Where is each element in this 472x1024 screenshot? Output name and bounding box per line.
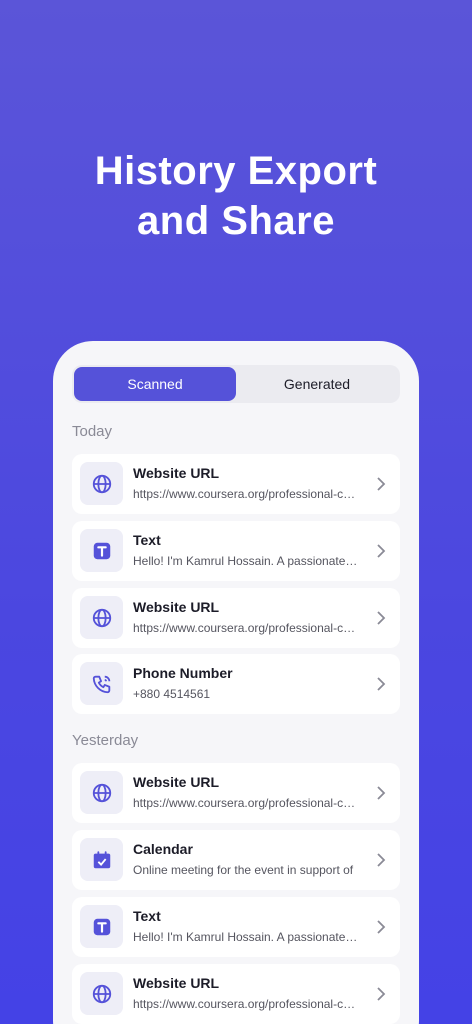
item-subtitle: Hello! I'm Kamrul Hossain. A passionate … — [133, 554, 359, 568]
history-item[interactable]: Website URL https://www.coursera.org/pro… — [72, 454, 400, 514]
chevron-right-icon — [377, 920, 386, 934]
history-item[interactable]: Website URL https://www.coursera.org/pro… — [72, 588, 400, 648]
history-item[interactable]: Calendar Online meeting for the event in… — [72, 830, 400, 890]
item-title: Calendar — [133, 841, 193, 857]
text-icon — [80, 905, 123, 948]
globe-icon — [80, 972, 123, 1015]
item-subtitle: https://www.coursera.org/professional-ce… — [133, 487, 359, 501]
phone-icon — [80, 662, 123, 705]
globe-icon — [80, 771, 123, 814]
item-title: Website URL — [133, 465, 220, 481]
item-subtitle: https://www.coursera.org/professional-ce… — [133, 796, 359, 810]
item-title: Text — [133, 908, 161, 924]
chevron-right-icon — [377, 853, 386, 867]
chevron-right-icon — [377, 611, 386, 625]
item-subtitle: https://www.coursera.org/professional-ce… — [133, 621, 359, 635]
item-subtitle: +880 4514561 — [133, 687, 211, 701]
globe-icon — [80, 596, 123, 639]
tab-generated[interactable]: Generated — [236, 367, 398, 401]
headline: History Export and Share — [0, 146, 472, 246]
text-icon — [80, 529, 123, 572]
item-subtitle: https://www.coursera.org/professional-ce… — [133, 997, 359, 1011]
chevron-right-icon — [377, 987, 386, 1001]
history-item[interactable]: Website URL https://www.coursera.org/pro… — [72, 964, 400, 1024]
item-title: Phone Number — [133, 665, 233, 681]
section-label-yesterday: Yesterday — [72, 732, 139, 749]
history-segmented-control: Scanned Generated — [72, 365, 400, 403]
calendar-icon — [80, 838, 123, 881]
globe-icon — [80, 462, 123, 505]
tab-scanned[interactable]: Scanned — [74, 367, 236, 401]
chevron-right-icon — [377, 786, 386, 800]
item-title: Website URL — [133, 975, 220, 991]
item-title: Website URL — [133, 774, 220, 790]
chevron-right-icon — [377, 677, 386, 691]
item-title: Text — [133, 532, 161, 548]
headline-line-1: History Export — [94, 149, 378, 193]
headline-line-2: and Share — [137, 199, 335, 243]
item-subtitle: Online meeting for the event in support … — [133, 863, 354, 877]
chevron-right-icon — [377, 477, 386, 491]
history-item[interactable]: Website URL https://www.coursera.org/pro… — [72, 763, 400, 823]
history-item[interactable]: Phone Number +880 4514561 — [72, 654, 400, 714]
history-item[interactable]: Text Hello! I'm Kamrul Hossain. A passio… — [72, 521, 400, 581]
item-title: Website URL — [133, 599, 220, 615]
section-label-today: Today — [72, 423, 113, 440]
phone-screen: Scanned Generated Today Website URL http… — [53, 341, 419, 1024]
history-item[interactable]: Text Hello! I'm Kamrul Hossain. A passio… — [72, 897, 400, 957]
item-subtitle: Hello! I'm Kamrul Hossain. A passionate … — [133, 930, 359, 944]
chevron-right-icon — [377, 544, 386, 558]
